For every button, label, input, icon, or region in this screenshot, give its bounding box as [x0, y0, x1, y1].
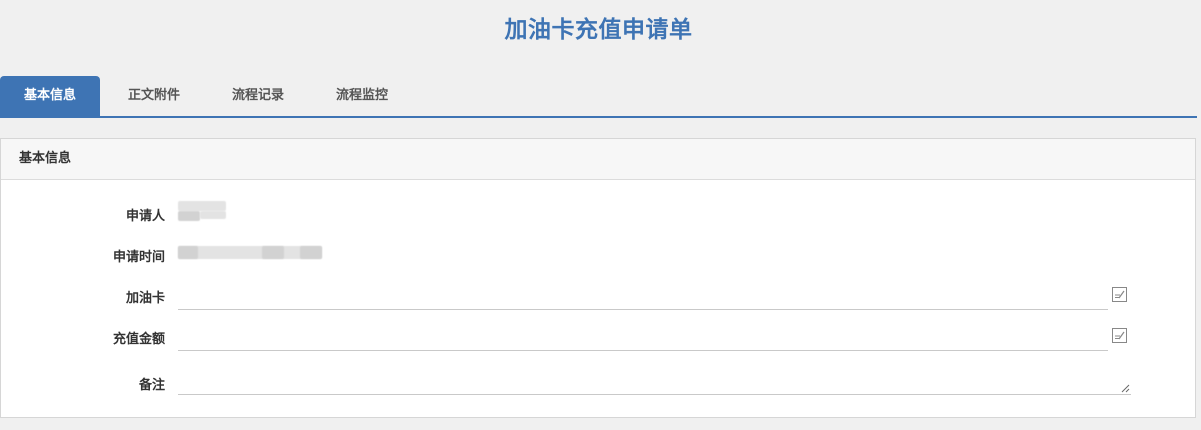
remark-label: 备注 [138, 378, 165, 393]
resize-grip-icon[interactable] [1121, 384, 1130, 393]
remark-textarea[interactable] [178, 362, 1131, 395]
edit-icon[interactable] [1112, 328, 1127, 343]
edit-icon[interactable] [1112, 287, 1127, 302]
fuel-card-underline [178, 309, 1108, 310]
amount-input[interactable] [178, 324, 1112, 352]
fuel-card-input[interactable] [178, 283, 1112, 311]
tab-basic-info[interactable]: 基本信息 [0, 76, 100, 116]
page-title: 加油卡充值申请单 [504, 17, 693, 43]
applicant-label: 申请人 [125, 209, 165, 224]
apply-time-label: 申请时间 [112, 250, 165, 265]
tab-process-monitor[interactable]: 流程监控 [312, 76, 412, 116]
fuel-card-label: 加油卡 [125, 291, 165, 306]
amount-label: 充值金额 [112, 332, 165, 347]
tab-attachments[interactable]: 正文附件 [104, 76, 204, 116]
amount-underline [178, 350, 1108, 351]
tab-process-records[interactable]: 流程记录 [208, 76, 308, 116]
panel-title: 基本信息 [1, 139, 1195, 180]
tab-bar: 基本信息 正文附件 流程记录 流程监控 [0, 76, 1197, 118]
